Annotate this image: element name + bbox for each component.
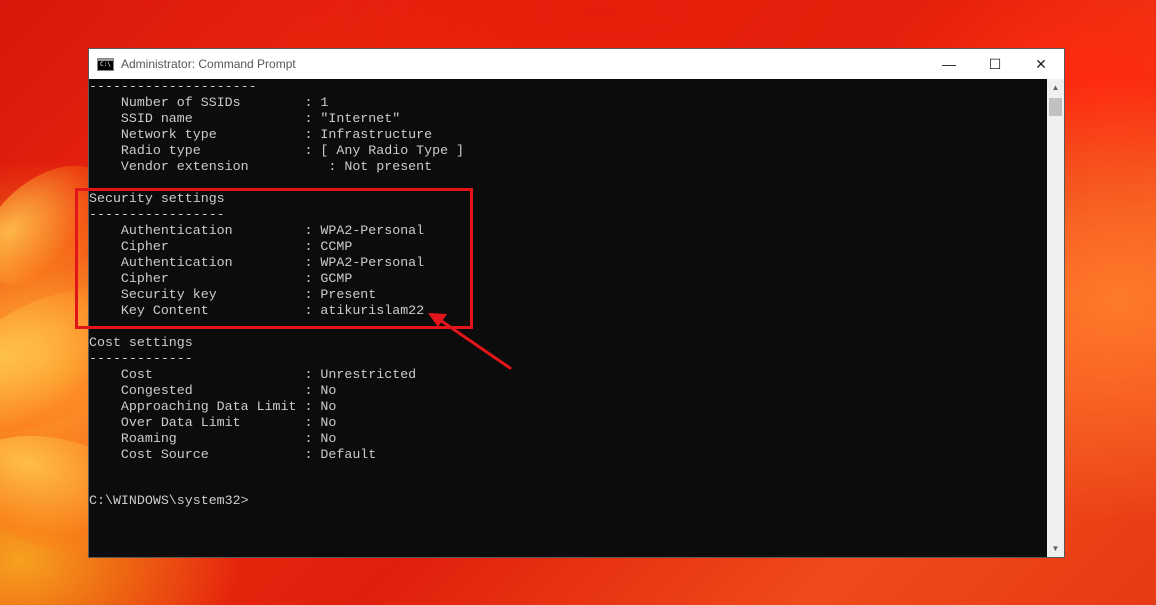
title-bar[interactable]: C:\ Administrator: Command Prompt — ☐ ✕ <box>89 49 1064 79</box>
minimize-button[interactable]: — <box>926 49 972 79</box>
console-section-heading: Security settings <box>89 191 225 206</box>
console-section-heading: Cost settings <box>89 335 193 350</box>
console-line: Number of SSIDs : 1 <box>89 95 329 110</box>
console-line: Roaming : No <box>89 431 337 446</box>
console-line: --------------------- <box>89 79 257 94</box>
console-output[interactable]: --------------------- Number of SSIDs : … <box>89 79 1047 557</box>
console-line: Cost Source : Default <box>89 447 377 462</box>
scrollbar-thumb[interactable] <box>1049 98 1062 116</box>
scroll-down-icon[interactable]: ▼ <box>1047 540 1064 557</box>
console-line: ------------- <box>89 351 193 366</box>
console-line: Authentication : WPA2-Personal <box>89 223 425 238</box>
console-line: Network type : Infrastructure <box>89 127 433 142</box>
key-content-line: Key Content : atikurislam22 <box>89 303 425 318</box>
console-icon-glyph: C:\ <box>100 60 111 68</box>
window-controls: — ☐ ✕ <box>926 49 1064 79</box>
maximize-button[interactable]: ☐ <box>972 49 1018 79</box>
console-line: Authentication : WPA2-Personal <box>89 255 425 270</box>
scroll-up-icon[interactable]: ▲ <box>1047 79 1064 96</box>
console-line: Radio type : [ Any Radio Type ] <box>89 143 465 158</box>
console-line: SSID name : "Internet" <box>89 111 401 126</box>
command-prompt-line[interactable]: C:\WINDOWS\system32> <box>89 493 249 509</box>
command-prompt-window[interactable]: C:\ Administrator: Command Prompt — ☐ ✕ … <box>88 48 1065 558</box>
console-line: Cipher : CCMP <box>89 239 353 254</box>
console-line: Congested : No <box>89 383 337 398</box>
console-line: Approaching Data Limit : No <box>89 399 337 414</box>
console-line: Security key : Present <box>89 287 377 302</box>
console-line: Cipher : GCMP <box>89 271 353 286</box>
console-line: Cost : Unrestricted <box>89 367 417 382</box>
console-line: Vendor extension : Not present <box>89 159 433 174</box>
vertical-scrollbar[interactable]: ▲ ▼ <box>1047 79 1064 557</box>
console-icon: C:\ <box>97 57 114 71</box>
console-line: ----------------- <box>89 207 225 222</box>
close-button[interactable]: ✕ <box>1018 49 1064 79</box>
console-line: Over Data Limit : No <box>89 415 337 430</box>
window-title: Administrator: Command Prompt <box>121 57 296 71</box>
